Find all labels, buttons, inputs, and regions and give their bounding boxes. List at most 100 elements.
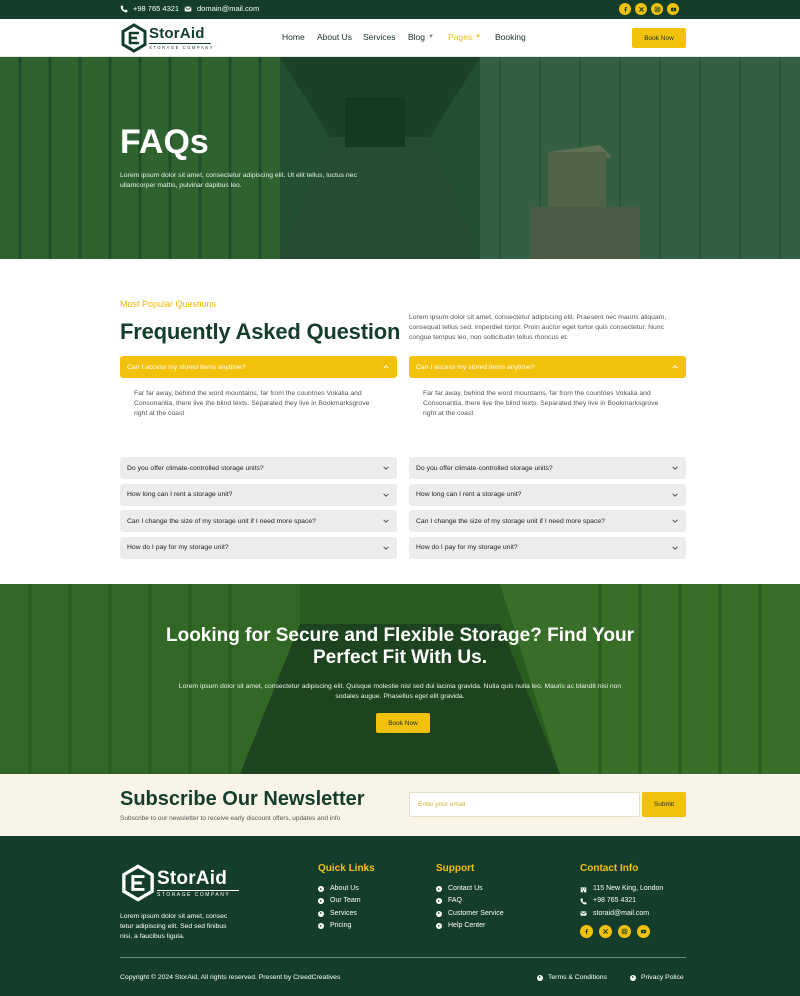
hero-banner: FAQs Lorem ipsum dolor sit amet, consect… (0, 57, 800, 259)
nav-item-blog[interactable]: Blog ▼ (408, 32, 448, 42)
chevron-down-icon (383, 466, 389, 470)
footer-link[interactable]: Our Team (318, 895, 361, 907)
chevron-down-icon (672, 466, 678, 470)
accordion-item[interactable]: Do you offer climate-controlled storage … (120, 457, 397, 479)
submit-button[interactable]: Submit (642, 792, 686, 817)
footer-divider (120, 957, 686, 958)
cta-background-image (0, 584, 800, 774)
arrow-circle-icon (537, 974, 543, 981)
x-icon[interactable] (635, 3, 647, 15)
facebook-icon[interactable] (619, 3, 631, 15)
privacy-link[interactable]: Privacy Police (630, 974, 684, 981)
newsletter-subtitle: Subscribe to our newsletter to receive e… (120, 815, 341, 822)
accordion-answer: Far far away, behind the word mountains,… (423, 390, 659, 417)
arrow-circle-icon (318, 886, 324, 893)
page-title: FAQs (120, 123, 209, 161)
terms-link[interactable]: Terms & Conditions (537, 974, 607, 981)
top-bar: +98 765 4321 domain@mail.com (0, 0, 800, 19)
footer-link[interactable]: About Us (318, 883, 361, 895)
email-field[interactable] (409, 792, 640, 817)
chevron-down-icon (672, 492, 678, 497)
site-footer: StorAid Storage Company Lorem ipsum dolo… (0, 836, 800, 996)
quick-links-list: About Us Our Team Services Pricing (318, 883, 361, 932)
accordion-item[interactable]: How do I pay for my storage unit? (409, 536, 686, 559)
contact-address: 115 New King, London (580, 883, 663, 895)
accordion-item[interactable]: How do I pay for my storage unit? (120, 536, 397, 559)
footer-social-links (580, 925, 650, 938)
accordion-item[interactable]: Can I change the size of my storage unit… (120, 510, 397, 532)
footer-link[interactable]: Pricing (318, 920, 361, 932)
cta-description: Lorem ipsum dolor sit amet, consectetur … (178, 683, 622, 700)
footer-link[interactable]: Customer Service (436, 908, 504, 920)
faq-intro: Lorem ipsum dolor sit amet, consectetur … (409, 314, 667, 341)
accordion-item[interactable]: How long can I rent a storage unit? (120, 483, 397, 506)
youtube-icon[interactable] (667, 3, 679, 15)
contact-info-title: Contact Info (580, 863, 639, 874)
nav-item-about[interactable]: About Us (317, 32, 363, 42)
accordion-item[interactable]: Can I change the size of my storage unit… (409, 510, 686, 532)
arrow-circle-icon (630, 974, 636, 981)
accordion-item[interactable]: Do you offer climate-controlled storage … (409, 457, 686, 479)
nav-item-services[interactable]: Services (363, 32, 408, 42)
nav-item-pages[interactable]: Pages ▼ (448, 32, 495, 42)
chevron-down-icon (383, 519, 389, 523)
copyright-text: Copyright © 2024 StorAid, All rights res… (120, 974, 341, 981)
faq-column-left: Can I access my stored items anytime? Fa… (120, 356, 397, 563)
chevron-down-icon (383, 545, 389, 550)
brand-name: StorAid (157, 867, 228, 889)
x-icon[interactable] (599, 925, 612, 938)
phone-icon (120, 5, 128, 12)
arrow-circle-icon (436, 910, 442, 917)
arrow-circle-icon (318, 923, 324, 930)
accordion-answer: Far far away, behind the word mountains,… (134, 390, 370, 417)
chevron-down-icon: ▼ (428, 34, 434, 40)
contact-email[interactable]: storaid@mail.com (580, 908, 663, 920)
arrow-circle-icon (436, 923, 442, 930)
support-title: Support (436, 863, 475, 874)
topbar-phone[interactable]: +98 765 4321 (120, 4, 179, 13)
envelope-icon (184, 6, 192, 12)
cta-heading: Looking for Secure and Flexible Storage?… (165, 625, 635, 668)
instagram-icon[interactable] (651, 3, 663, 15)
cta-banner: Looking for Secure and Flexible Storage?… (0, 584, 800, 774)
hexagon-logo-icon (121, 23, 147, 53)
topbar-social-links (619, 3, 679, 15)
facebook-icon[interactable] (580, 925, 593, 938)
newsletter-section: Subscribe Our Newsletter Subscribe to ou… (0, 774, 800, 836)
youtube-icon[interactable] (637, 925, 650, 938)
footer-link[interactable]: FAQ (436, 895, 504, 907)
footer-link[interactable]: Contact Us (436, 883, 504, 895)
faq-section: Most Popular Questions Frequently Asked … (0, 259, 800, 584)
topbar-email[interactable]: domain@mail.com (184, 4, 259, 13)
nav-item-booking[interactable]: Booking (495, 32, 535, 42)
main-nav: Home About Us Services Blog ▼ Pages ▼ Book… (282, 32, 535, 42)
accordion-item[interactable]: How long can I rent a storage unit? (409, 483, 686, 506)
footer-link[interactable]: Help Center (436, 920, 504, 932)
footer-link[interactable]: Services (318, 908, 361, 920)
building-icon (580, 887, 587, 892)
chevron-down-icon: ▼ (475, 34, 482, 40)
quick-links-title: Quick Links (318, 863, 375, 874)
arrow-circle-icon (318, 910, 324, 917)
footer-logo[interactable]: StorAid Storage Company (120, 863, 239, 903)
phone-icon (580, 898, 587, 905)
faq-column-right: Can I access my stored items anytime? Fa… (409, 356, 686, 563)
brand-logo[interactable]: StorAid Storage Company (120, 23, 214, 53)
instagram-icon[interactable] (618, 925, 631, 938)
brand-tagline: Storage Company (149, 45, 214, 50)
chevron-down-icon (383, 492, 389, 497)
accordion-item-open[interactable]: Can I access my stored items anytime? (409, 356, 686, 378)
chevron-up-icon (672, 365, 678, 369)
contact-phone[interactable]: +98 765 4321 (580, 895, 663, 907)
envelope-icon (580, 911, 587, 916)
brand-name: StorAid (149, 25, 205, 42)
support-list: Contact Us FAQ Customer Service Help Cen… (436, 883, 504, 932)
hero-description: Lorem ipsum dolor sit amet, consectetur … (120, 172, 357, 189)
contact-info-list: 115 New King, London +98 765 4321 storai… (580, 883, 663, 920)
accordion-item-open[interactable]: Can I access my stored items anytime? (120, 356, 397, 378)
cta-book-now-button[interactable]: Book Now (376, 713, 430, 733)
header-book-now-button[interactable]: Book Now (632, 28, 686, 48)
nav-item-home[interactable]: Home (282, 32, 317, 42)
newsletter-heading: Subscribe Our Newsletter (120, 788, 365, 810)
chevron-down-icon (672, 545, 678, 550)
